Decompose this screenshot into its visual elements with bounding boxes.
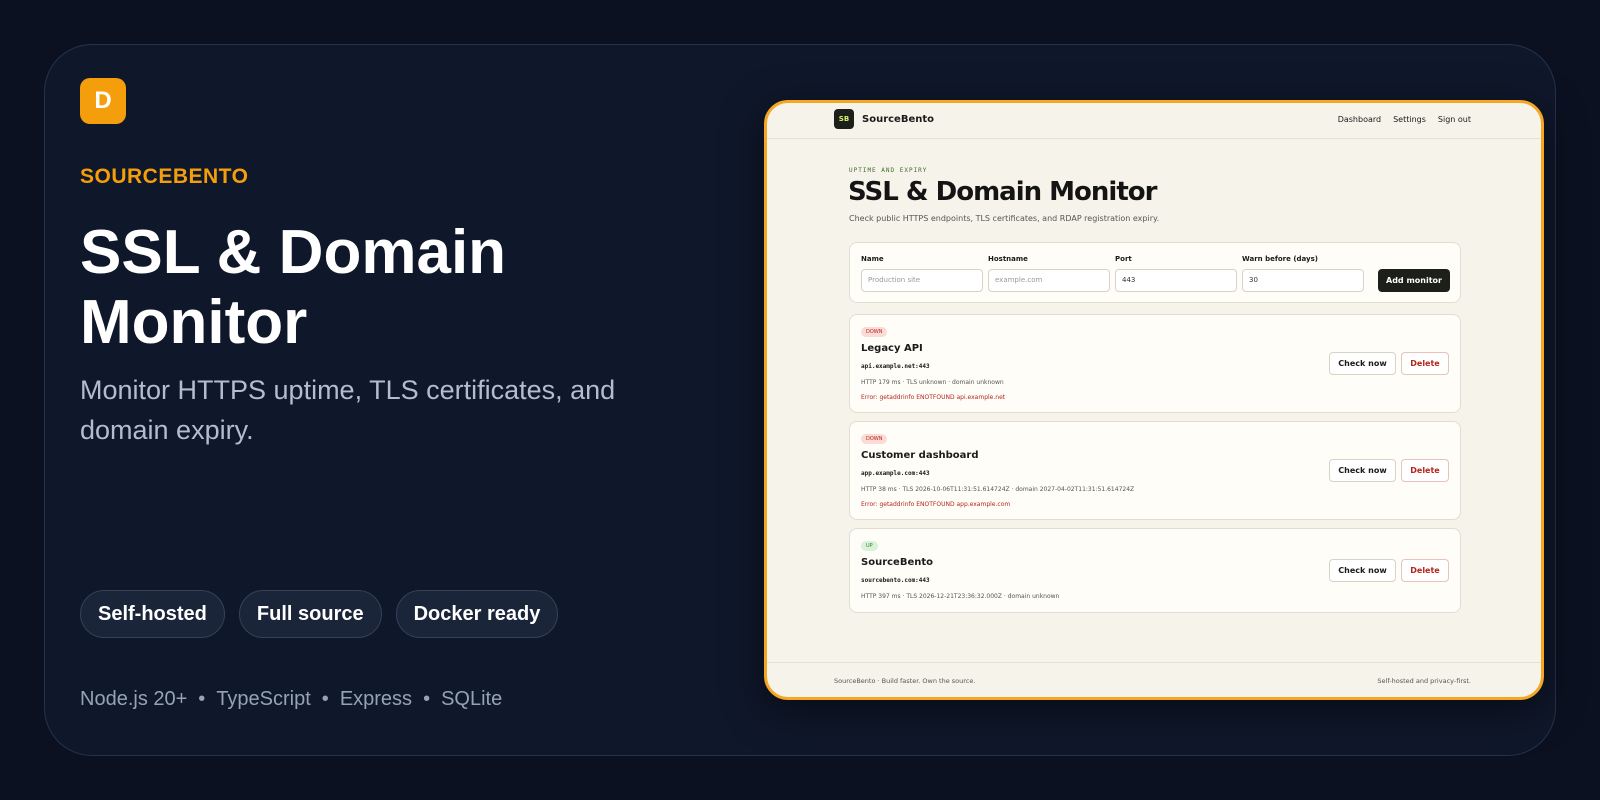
monitor-stats: HTTP 397 ms · TLS 2026-12-21T23:36:32.00…	[861, 593, 1060, 600]
tech-separator: •	[198, 688, 206, 710]
warn-label: Warn before (days)	[1242, 255, 1318, 263]
monitor-card: DOWN Legacy API api.example.net:443 HTTP…	[849, 314, 1461, 413]
pill-full-source: Full source	[238, 590, 382, 638]
tech-separator: •	[321, 688, 329, 710]
pill-self-hosted: Self-hosted	[80, 590, 225, 638]
warn-days-input[interactable]	[1242, 268, 1364, 292]
monitor-name: SourceBento	[861, 557, 934, 568]
monitor-error: Error: getaddrinfo ENOTFOUND app.example…	[861, 501, 1011, 508]
add-monitor-form: Name Hostname Port Warn before (days) Ad…	[849, 242, 1461, 303]
check-now-button[interactable]: Check now	[1329, 459, 1396, 482]
hostname-field-group: Hostname	[988, 255, 1110, 292]
feature-pills: Self-hosted Full source Docker ready	[80, 590, 559, 638]
monitor-card: UP SourceBento sourcebento.com:443 HTTP …	[849, 528, 1461, 613]
name-field-group: Name	[861, 255, 983, 292]
app-screenshot: SB SourceBento Dashboard Settings Sign o…	[764, 100, 1544, 700]
footer-right-text: Self-hosted and privacy-first.	[1377, 677, 1471, 685]
monitor-error: Error: getaddrinfo ENOTFOUND api.example…	[861, 394, 1006, 401]
name-input[interactable]	[861, 268, 983, 292]
monitor-host: app.example.com:443	[861, 470, 930, 477]
nav-link-settings[interactable]: Settings	[1393, 115, 1426, 124]
port-label: Port	[1115, 255, 1132, 263]
app-nav-brand[interactable]: SourceBento	[862, 114, 934, 125]
app-logo: D	[80, 78, 126, 124]
status-badge: DOWN	[861, 327, 888, 337]
page-subtitle: Check public HTTPS endpoints, TLS certif…	[849, 214, 1160, 223]
tech-item: Node.js 20+	[80, 688, 188, 710]
app-footer: SourceBento · Build faster. Own the sour…	[767, 662, 1541, 697]
app-nav-links: Dashboard Settings Sign out	[1338, 115, 1471, 124]
brand-name: SOURCEBENTO	[80, 165, 249, 188]
monitor-name: Customer dashboard	[861, 450, 979, 461]
nav-link-sign-out[interactable]: Sign out	[1438, 115, 1471, 124]
monitor-card: DOWN Customer dashboard app.example.com:…	[849, 421, 1461, 520]
delete-button[interactable]: Delete	[1401, 559, 1449, 582]
status-badge: UP	[861, 541, 878, 551]
monitor-stats: HTTP 38 ms · TLS 2026-10-06T11:31:51.614…	[861, 486, 1135, 493]
status-badge: DOWN	[861, 434, 888, 444]
tech-item: Express	[339, 688, 413, 710]
tech-stack: Node.js 20+ • TypeScript • Express • SQL…	[80, 688, 502, 711]
delete-button[interactable]: Delete	[1401, 459, 1449, 482]
name-label: Name	[861, 255, 884, 263]
monitor-host: api.example.net:443	[861, 363, 930, 370]
monitor-name: Legacy API	[861, 343, 923, 354]
hero-title: SSL & Domain Monitor	[80, 218, 507, 357]
monitor-stats: HTTP 179 ms · TLS unknown · domain unkno…	[861, 379, 1004, 386]
tech-item: SQLite	[441, 688, 503, 710]
hostname-label: Hostname	[988, 255, 1028, 263]
tech-item: TypeScript	[216, 688, 311, 710]
tech-separator: •	[423, 688, 431, 710]
monitor-host: sourcebento.com:443	[861, 577, 930, 584]
port-input[interactable]	[1115, 268, 1237, 292]
port-field-group: Port	[1115, 255, 1237, 292]
nav-link-dashboard[interactable]: Dashboard	[1338, 115, 1381, 124]
hostname-input[interactable]	[988, 268, 1110, 292]
app-nav-logo[interactable]: SB	[834, 109, 854, 129]
delete-button[interactable]: Delete	[1401, 352, 1449, 375]
check-now-button[interactable]: Check now	[1329, 559, 1396, 582]
add-monitor-button[interactable]: Add monitor	[1378, 269, 1450, 292]
page-title: SSL & Domain Monitor	[848, 177, 1157, 207]
pill-docker-ready: Docker ready	[395, 590, 559, 638]
warn-field-group: Warn before (days)	[1242, 255, 1364, 292]
check-now-button[interactable]: Check now	[1329, 352, 1396, 375]
footer-left-text: SourceBento · Build faster. Own the sour…	[834, 677, 976, 685]
app-navbar: SB SourceBento Dashboard Settings Sign o…	[767, 103, 1541, 139]
page-eyebrow: UPTIME AND EXPIRY	[849, 167, 928, 174]
hero-subtitle: Monitor HTTPS uptime, TLS certificates, …	[80, 375, 616, 445]
